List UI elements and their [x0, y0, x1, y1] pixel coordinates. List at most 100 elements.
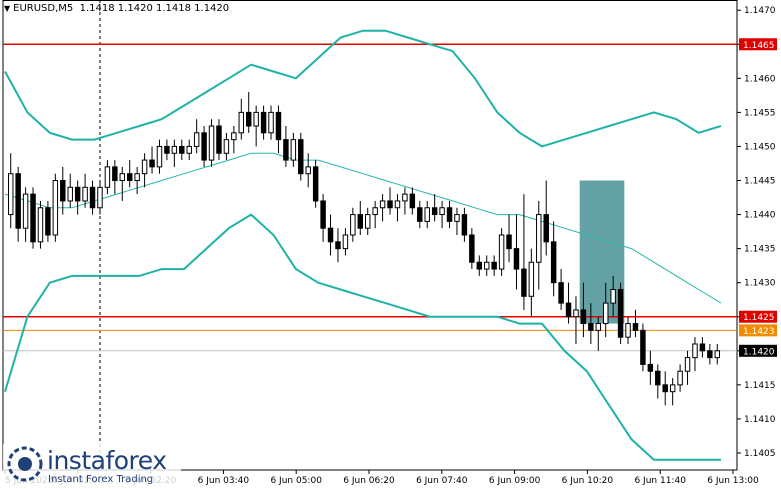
candle-body — [179, 145, 185, 154]
candle-body — [37, 207, 44, 243]
dropdown-triangle-icon[interactable]: ▼ — [4, 4, 10, 13]
candle — [387, 187, 393, 215]
candle-body — [82, 186, 88, 202]
candle — [22, 187, 29, 242]
candle-body — [394, 200, 401, 209]
candle-body — [550, 241, 557, 284]
candle — [372, 200, 378, 229]
price-tag-text: 1.1420 — [743, 347, 775, 357]
candle — [216, 119, 222, 161]
time-tick-label: 6 Jun 11:40 — [634, 476, 686, 486]
candle-body — [290, 139, 297, 161]
candle — [335, 228, 341, 263]
candle-body — [112, 166, 118, 182]
price-tick-label: 1.1445 — [744, 177, 776, 187]
candle-body — [565, 302, 572, 318]
candle-body — [528, 261, 535, 297]
candle — [662, 371, 668, 406]
price-tick-label: 1.1435 — [744, 245, 776, 255]
candle-body — [387, 200, 393, 209]
candle — [684, 350, 691, 385]
price-tick-label: 1.1410 — [744, 415, 776, 425]
candle-body — [461, 214, 468, 236]
candle-body — [186, 145, 192, 154]
chart-title: ▼ EURUSD,M5 1.1418 1.1420 1.1418 1.1420 — [4, 3, 229, 14]
candle-body — [469, 234, 475, 263]
candle — [208, 119, 215, 167]
candle — [268, 105, 274, 140]
candle-body — [625, 323, 631, 338]
candle — [298, 132, 304, 181]
instaforex-logo-icon — [7, 446, 43, 482]
candle — [506, 214, 512, 263]
candle — [550, 221, 557, 297]
candle — [283, 126, 289, 167]
candle — [119, 166, 126, 201]
candle-body — [119, 173, 126, 182]
candle-body — [521, 268, 527, 297]
bollinger-upper-band — [4, 29, 722, 148]
candle-body — [498, 234, 505, 270]
candle-body — [602, 302, 609, 325]
candle-body — [45, 207, 51, 236]
candle-body — [89, 186, 96, 209]
price-tick-label: 1.1405 — [744, 449, 776, 459]
candle-body — [7, 173, 14, 216]
candle-body — [543, 214, 549, 243]
price-tag-text: 1.1425 — [743, 313, 775, 323]
candle-body — [67, 186, 73, 202]
chart-window[interactable]: 1.14701.14651.14601.14551.14501.14451.14… — [0, 0, 781, 489]
price-tag-current-price: 1.1420 — [739, 344, 777, 357]
candle — [67, 173, 73, 208]
candle-body — [417, 207, 423, 222]
candle — [655, 364, 661, 399]
plot-frame — [2, 0, 738, 471]
candle-body — [60, 180, 66, 202]
candle-body — [364, 214, 371, 229]
candle-body — [97, 186, 103, 209]
candle-body — [164, 145, 170, 154]
candle — [714, 343, 721, 365]
price-tick-label: 1.1460 — [744, 74, 776, 84]
candle-body — [245, 111, 252, 127]
symbol-label: EURUSD,M5 — [13, 3, 74, 14]
candle-body — [342, 234, 349, 250]
candle-body — [327, 227, 334, 243]
instaforex-logo: instaforex Instant Forex Trading — [3, 444, 181, 486]
candle — [476, 255, 483, 276]
candle — [469, 228, 475, 270]
candle-body — [357, 214, 364, 229]
time-tick-label: 6 Jun 03:40 — [198, 476, 250, 486]
candle-body — [655, 370, 661, 386]
candle-body — [454, 214, 460, 222]
candle-body — [223, 139, 230, 154]
candle-body — [208, 125, 215, 161]
candle-body — [253, 111, 259, 127]
candle — [483, 255, 490, 276]
candle — [513, 214, 520, 290]
candle-body — [283, 139, 289, 161]
candle — [707, 343, 713, 365]
candle-body — [201, 132, 207, 161]
candle-body — [595, 323, 602, 331]
candle — [669, 378, 676, 406]
candle — [15, 166, 21, 242]
candle — [461, 207, 468, 242]
candle — [82, 173, 88, 208]
candle-body — [156, 145, 163, 168]
candle — [260, 105, 267, 140]
time-tick-label: 6 Jun 09:00 — [489, 476, 541, 486]
price-chart[interactable]: 1.14701.14651.14601.14551.14501.14451.14… — [0, 0, 781, 489]
candle — [74, 180, 81, 215]
candle-body — [350, 214, 356, 236]
candle-body — [431, 207, 438, 216]
candle-body — [305, 166, 311, 175]
candle-body — [647, 363, 654, 372]
price-tick-label: 1.1415 — [744, 381, 776, 391]
candle-body — [610, 288, 616, 304]
candle — [342, 228, 349, 256]
price-tick-label: 1.1450 — [744, 142, 776, 152]
candle — [357, 200, 364, 235]
candle — [193, 119, 200, 154]
candle — [573, 296, 579, 344]
